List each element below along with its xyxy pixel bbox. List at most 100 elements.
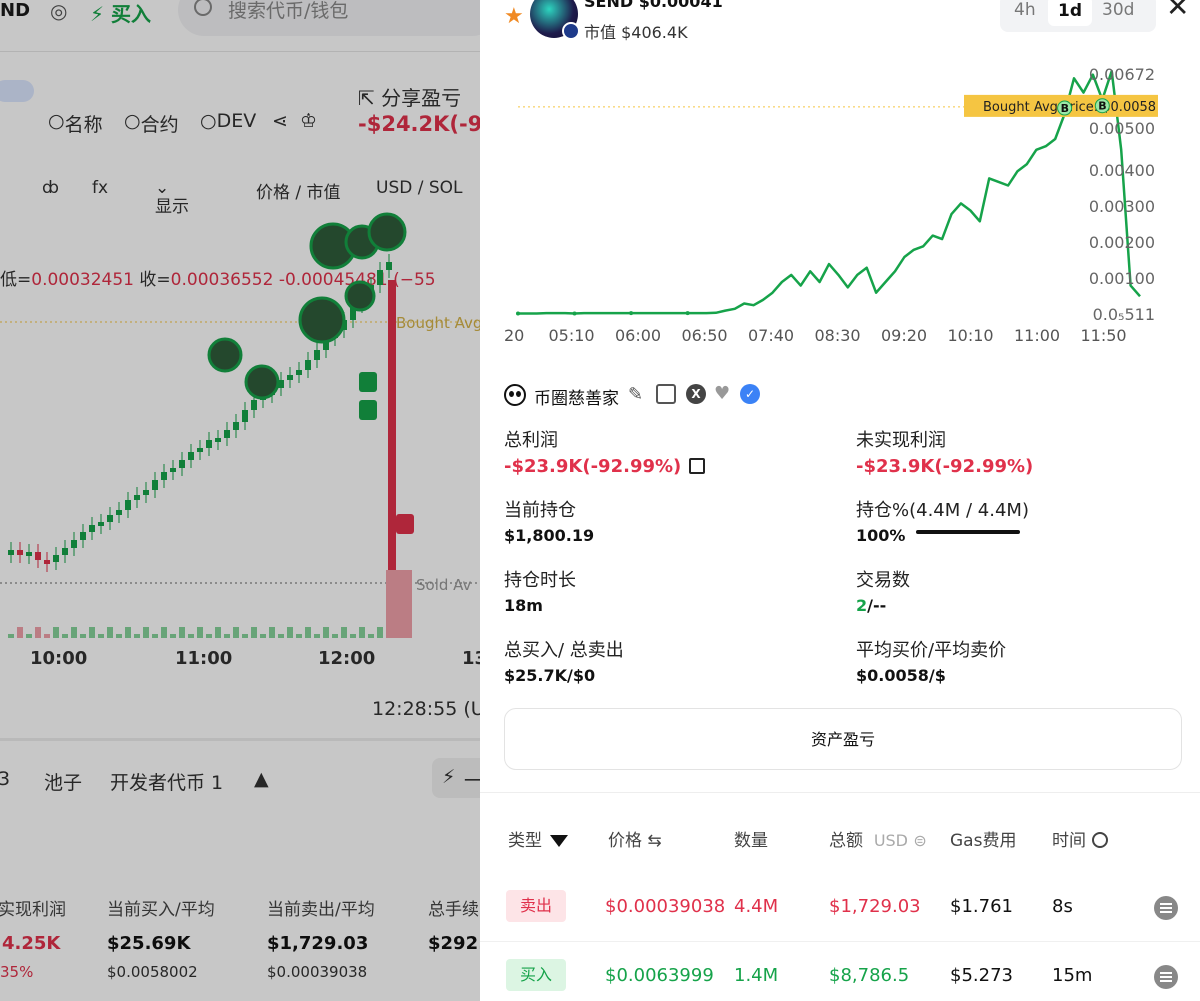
tab-1d[interactable]: 1d [1048,0,1092,26]
heart-icon[interactable]: ♥ [714,384,734,404]
trade-time: 15m [1052,965,1093,986]
asset-pnl-button[interactable]: 资产盈亏 [504,708,1182,770]
x-tick-label: 20 [504,326,524,345]
th-time-label: 时间 [1052,831,1086,851]
th-total: 总额 USD ⊜ [829,826,927,851]
swap-icon[interactable]: ⇆ [647,831,661,851]
unrealized-profit-label: 未实现利润 [856,430,946,451]
tab-30d[interactable]: 30d [1102,0,1134,20]
buy-marker-label: B [1098,100,1106,113]
th-quantity: 数量 [734,831,768,851]
holding-progress-fill [916,530,1020,534]
x-tick-label: 08:30 [815,326,861,345]
x-tick-label: 06:50 [682,326,728,345]
trade-total: $1,729.03 [829,896,921,917]
y-tick-label: 0.00672 [1089,65,1155,84]
table-row[interactable]: 卖出 $0.00039038 4.4M $1,729.03 $1.761 8s [480,874,1200,942]
panda-avatar-icon [504,384,526,406]
x-tick-label: 07:40 [748,326,794,345]
token-avatar [530,0,580,40]
divider [480,792,1200,793]
total-profit-value: -$23.9K(-92.99%) [504,456,706,477]
external-link-icon[interactable] [689,458,706,474]
x-tick-label: 09:20 [881,326,927,345]
th-total-label: 总额 [829,831,863,851]
holding-percent-value: 100% [856,526,906,545]
copy-icon[interactable] [656,384,676,404]
avg-price-value: $0.0058/$ [856,666,946,685]
trade-gas: $1.761 [950,896,1013,917]
tab-4h[interactable]: 4h [1014,0,1036,20]
y-tick-label: 0.00200 [1089,233,1155,252]
x-twitter-icon[interactable]: X [686,384,706,404]
th-total-unit[interactable]: USD [874,831,908,850]
trade-count-value: 2/-- [856,596,910,615]
trade-count-sells: /-- [867,596,887,615]
trade-type-badge: 卖出 [506,890,566,922]
trade-type-badge: 买入 [506,959,566,991]
th-gas: Gas费用 [950,831,1017,851]
timeframe-selector: 4h 1d 30d [1000,0,1156,32]
trade-gas: $5.273 [950,965,1013,986]
wallet-user-name: 币圈慈善家 [534,389,619,409]
price-point [516,311,520,316]
unrealized-profit-value: -$23.9K(-92.99%) [856,456,1034,477]
trade-count: 交易数 2/-- [856,566,910,615]
th-type[interactable]: 类型 [508,826,568,851]
holding-duration-value: 18m [504,596,543,615]
current-holding: 当前持仓 $1,800.19 [504,496,594,545]
trade-count-buys: 2 [856,596,868,615]
avg-price-label: 平均买价/平均卖价 [856,640,1007,661]
holding-percent: 持仓%(4.4M / 4.4M) 100% [856,496,1029,545]
verified-icon: ✓ [740,384,760,404]
edit-icon[interactable]: ✎ [628,384,648,405]
star-icon[interactable]: ★ [504,4,524,29]
y-tick-label: 0.00500 [1089,119,1155,138]
modal-overlay[interactable] [0,0,480,1001]
token-name: SEND $0.00041 [584,0,723,11]
holding-duration: 持仓时长 18m [504,566,576,615]
total-profit-label: 总利润 [504,430,558,451]
th-price-label: 价格 [608,831,642,851]
avg-buy-sell-price: 平均买价/平均卖价 $0.0058/$ [856,636,1006,685]
close-icon[interactable]: ✕ [1166,0,1189,23]
holding-progress-bar [916,530,1020,534]
y-tick-label: 0.00400 [1089,161,1155,180]
trade-quantity: 1.4M [734,965,779,986]
price-chart[interactable]: Bought Avg Price: $0.0058B B0.006720.0050… [504,56,1180,356]
x-tick-label: 06:00 [615,326,661,345]
th-type-label: 类型 [508,831,542,851]
th-price[interactable]: 价格 ⇆ [608,826,662,851]
holding-percent-label: 持仓%(4.4M / 4.4M) [856,500,1029,521]
trade-total: $8,786.5 [829,965,910,986]
token-market-cap: 市值 $406.4K [584,23,688,42]
trade-count-label: 交易数 [856,570,910,591]
panel-header: ★ SEND $0.00041 市值 $406.4K 4h 1d 30d ✕ [480,0,1200,48]
currency-switch-icon[interactable]: ⊜ [913,831,926,850]
current-holding-value: $1,800.19 [504,526,595,545]
clock-icon[interactable] [1092,832,1108,848]
total-buy-sell-label: 总买入/ 总卖出 [504,640,624,661]
x-tick-label: 11:00 [1014,326,1060,345]
price-point [572,311,577,316]
buy-marker-label: B [1061,102,1069,115]
trade-price: $0.00039038 [605,896,726,917]
total-buy-sell: 总买入/ 总卖出 $25.7K/$0 [504,636,624,685]
total-profit: 总利润 -$23.9K(-92.99%) [504,426,706,477]
total-buy-sell-value: $25.7K/$0 [504,666,596,685]
filter-icon[interactable] [550,835,568,847]
unrealized-profit: 未实现利润 -$23.9K(-92.99%) [856,426,1033,477]
current-holding-label: 当前持仓 [504,500,576,521]
wallet-user: 币圈慈善家 ✎ X ♥ ✓ [504,382,804,409]
trade-price: $0.0063999 [605,965,714,986]
row-menu-icon[interactable] [1154,965,1178,989]
holding-duration-label: 持仓时长 [504,570,576,591]
table-row[interactable]: 买入 $0.0063999 1.4M $8,786.5 $5.273 15m [480,943,1200,1001]
x-tick-label: 05:10 [549,326,595,345]
trade-quantity: 4.4M [734,896,779,917]
total-profit-text: -$23.9K(-92.99%) [504,456,682,477]
y-tick-label: 0.00100 [1089,269,1155,288]
solana-icon [562,22,580,40]
row-menu-icon[interactable] [1154,896,1178,920]
th-time[interactable]: 时间 [1052,826,1108,851]
